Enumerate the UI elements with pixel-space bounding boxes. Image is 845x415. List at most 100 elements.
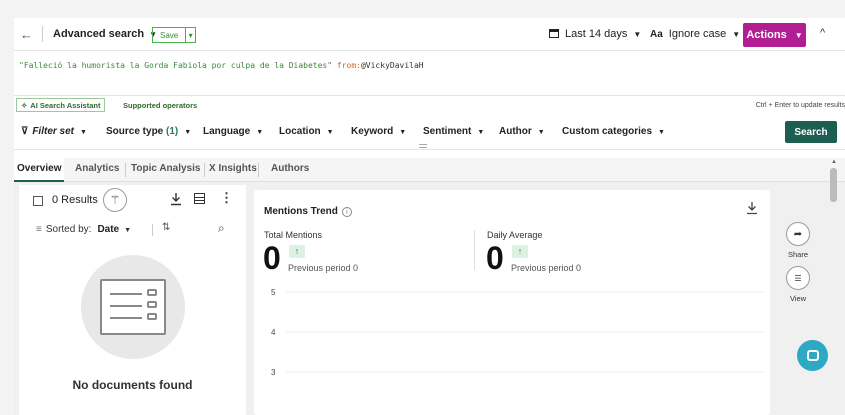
mentions-trend-card: 5 4 3 Mentions Trend i Total Mentions 0 ↑ P… xyxy=(254,190,770,415)
source-type-label: Source type xyxy=(106,126,164,137)
tab-topic-analysis[interactable]: Topic Analysis xyxy=(128,158,203,182)
tab-divider xyxy=(204,163,205,177)
sorted-by-value: Date xyxy=(97,224,120,235)
funnel-icon: ⊽ xyxy=(21,126,29,137)
y-tick-label: 4 xyxy=(271,328,276,337)
search-button[interactable]: Search xyxy=(785,121,837,143)
arrow-up-icon: ↑ xyxy=(512,245,528,258)
download-icon[interactable] xyxy=(746,201,758,215)
download-icon[interactable] xyxy=(170,192,182,206)
total-previous-period: Previous period 0 xyxy=(288,263,359,273)
daily-average-label: Daily Average xyxy=(487,230,543,240)
query-operator: from: xyxy=(332,61,361,70)
tab-bar: Overview Analytics Topic Analysis X Insi… xyxy=(14,158,845,182)
sort-dropdown[interactable]: ≡ Sorted by: Date ▼ xyxy=(36,224,131,235)
query-text[interactable]: "Falleció la humorista la Gorda Fabiola … xyxy=(19,61,424,70)
share-label: Share xyxy=(787,250,808,259)
caret-down-icon: ▼ xyxy=(633,30,642,39)
case-label: Ignore case xyxy=(668,28,727,40)
scroll-up-icon[interactable]: ▲ xyxy=(831,159,837,165)
collapse-chevron-icon[interactable]: ^ xyxy=(820,27,825,39)
keyword-label: Keyword xyxy=(351,126,394,137)
save-button[interactable]: Save ▾ xyxy=(152,27,196,43)
query-string: "Falleció la humorista la Gorda Fabiola … xyxy=(19,61,333,70)
sentiment-dropdown[interactable]: Sentiment ▼ xyxy=(423,126,484,137)
magic-wand-icon[interactable]: ⚚ xyxy=(103,188,127,212)
trend-title-text: Mentions Trend xyxy=(264,206,338,217)
source-type-dropdown[interactable]: Source type (1) ▼ xyxy=(106,126,191,137)
share-button[interactable]: ➦ xyxy=(786,222,810,246)
chat-icon xyxy=(806,350,819,361)
caret-down-icon: ▼ xyxy=(124,227,132,234)
actions-button[interactable]: Actions ▼ xyxy=(743,23,806,47)
language-label: Language xyxy=(203,126,251,137)
document-icon xyxy=(100,279,166,335)
top-bar: ← Advanced search ▼ Save ▾ Last 14 days ▼ … xyxy=(14,18,845,50)
tab-divider xyxy=(125,163,126,177)
advanced-search-dropdown[interactable]: Advanced search ▼ xyxy=(53,28,157,40)
keyword-dropdown[interactable]: Keyword ▼ xyxy=(351,126,406,137)
tab-x-insights[interactable]: X Insights xyxy=(206,158,260,182)
tab-authors[interactable]: Authors xyxy=(268,158,312,182)
sort-lines-icon: ≡ xyxy=(36,224,42,235)
y-tick-label: 3 xyxy=(271,368,276,377)
total-mentions-value: 0 xyxy=(263,240,281,276)
date-range-label: Last 14 days xyxy=(565,28,628,40)
empty-documents-illustration xyxy=(81,255,185,359)
ai-search-assistant-button[interactable]: ✧ AI Search Assistant xyxy=(16,98,106,112)
query-value: @VickyDavilaH xyxy=(360,61,424,70)
view-icon: ☰ xyxy=(794,273,802,283)
custom-categories-dropdown[interactable]: Custom categories ▼ xyxy=(562,126,665,137)
resize-grip-icon[interactable] xyxy=(419,144,427,148)
case-icon: Aa xyxy=(650,29,663,40)
case-dropdown[interactable]: Aa Ignore case ▼ xyxy=(650,28,740,40)
author-dropdown[interactable]: Author ▼ xyxy=(499,126,545,137)
sorted-by-label: Sorted by: xyxy=(45,224,92,235)
wand-icon: ✧ xyxy=(21,100,28,110)
total-mentions-label: Total Mentions xyxy=(264,230,323,240)
supported-operators-link[interactable]: Supported operators xyxy=(123,101,197,110)
view-button[interactable]: ☰ xyxy=(786,266,810,290)
documents-panel: 0 Results ⚚ ⋮ ≡ Sorted by: Date ▼ ⇅ ⌕ No… xyxy=(19,185,246,415)
chat-widget-button[interactable] xyxy=(797,340,828,371)
back-arrow-icon[interactable]: ← xyxy=(20,27,33,42)
caret-down-icon: ▼ xyxy=(399,129,407,136)
filter-set-label: Filter set xyxy=(32,126,75,137)
caret-down-icon: ▼ xyxy=(537,129,545,136)
advanced-search-label: Advanced search xyxy=(53,28,145,40)
average-previous-period: Previous period 0 xyxy=(511,263,582,273)
filter-set-dropdown[interactable]: ⊽ Filter set ▼ xyxy=(21,126,87,137)
location-dropdown[interactable]: Location ▼ xyxy=(279,126,334,137)
arrow-up-icon: ↑ xyxy=(289,245,305,258)
language-dropdown[interactable]: Language ▼ xyxy=(203,126,263,137)
actions-label: Actions xyxy=(746,29,787,41)
daily-average-value: 0 xyxy=(486,240,504,276)
view-label: View xyxy=(789,294,807,303)
share-icon: ➦ xyxy=(793,228,803,240)
calendar-icon xyxy=(549,29,559,38)
date-range-dropdown[interactable]: Last 14 days ▼ xyxy=(549,28,641,40)
scrollbar-thumb[interactable] xyxy=(830,168,837,202)
app-window: ← Advanced search ▼ Save ▾ Last 14 days ▼ … xyxy=(14,18,845,415)
list-view-icon[interactable] xyxy=(194,193,205,204)
results-count: 0 Results xyxy=(52,194,98,206)
caret-down-icon: ▼ xyxy=(732,30,741,39)
overview-content: 0 Results ⚚ ⋮ ≡ Sorted by: Date ▼ ⇅ ⌕ No… xyxy=(14,182,845,415)
search-icon[interactable]: ⌕ xyxy=(218,221,225,236)
tab-overview[interactable]: Overview xyxy=(14,158,65,182)
chevron-down-icon[interactable]: ▾ xyxy=(186,31,195,40)
info-icon[interactable]: i xyxy=(341,207,352,217)
query-editor[interactable]: "Falleció la humorista la Gorda Fabiola … xyxy=(14,50,845,96)
mentions-trend-title: Mentions Trend i xyxy=(264,206,352,217)
select-all-checkbox[interactable] xyxy=(33,196,43,206)
tab-analytics[interactable]: Analytics xyxy=(72,158,122,182)
mentions-trend-chart: 5 4 3 xyxy=(271,288,764,377)
ai-assist-label: AI Search Assistant xyxy=(30,100,101,110)
location-label: Location xyxy=(279,126,321,137)
more-vertical-icon[interactable]: ⋮ xyxy=(220,190,233,206)
caret-down-icon: ▼ xyxy=(256,129,264,136)
tab-divider xyxy=(258,163,259,177)
no-documents-message: No documents found xyxy=(72,378,193,392)
filter-bar: ⊽ Filter set ▼ Source type (1) ▼ Language ▼ … xyxy=(14,116,845,150)
sort-direction-icon[interactable]: ⇅ xyxy=(162,222,170,233)
